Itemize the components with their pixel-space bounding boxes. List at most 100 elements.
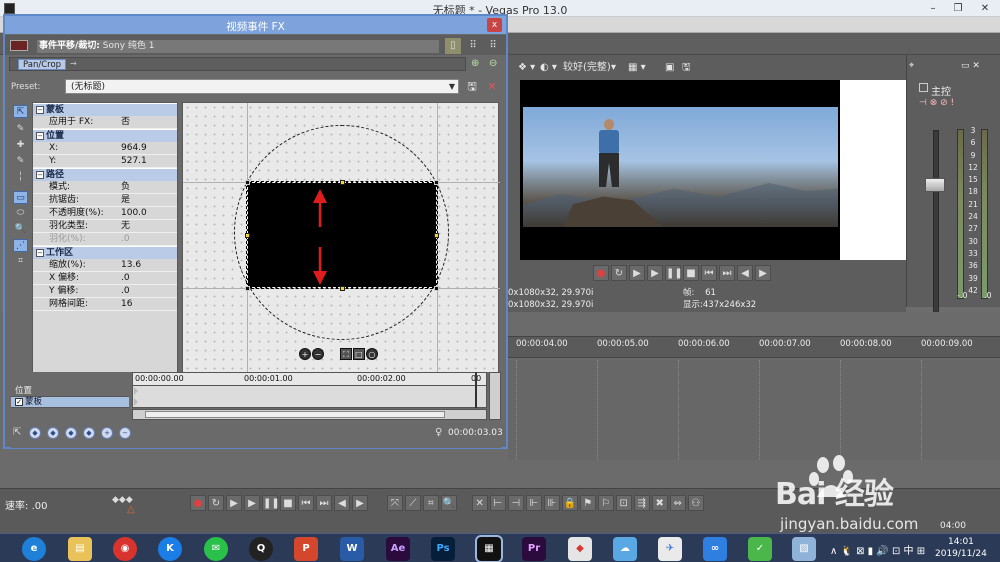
main-record-icon[interactable]: ● bbox=[190, 495, 206, 511]
loop-icon[interactable]: ↻ bbox=[611, 265, 627, 281]
track-position[interactable]: 位置 bbox=[11, 386, 129, 397]
bypass-toggle-icon[interactable]: ▯ bbox=[445, 38, 461, 54]
mask-handle[interactable] bbox=[434, 233, 439, 238]
app-taskbar-icon-3[interactable]: ✈ bbox=[658, 537, 682, 561]
play-from-start-icon[interactable]: ▶ bbox=[629, 265, 645, 281]
main-stop-icon[interactable]: ■ bbox=[280, 495, 296, 511]
timeline-ruler[interactable]: 00:00:04.00 00:00:05.00 00:00:06.00 00:0… bbox=[508, 336, 1000, 358]
prop-row-x-offset[interactable]: X 偏移: .0 bbox=[33, 272, 177, 285]
auto-ripple-icon[interactable]: ⇶ bbox=[633, 495, 650, 511]
track-mask[interactable]: ✓ 蒙板 bbox=[11, 397, 129, 408]
delete-preset-icon[interactable]: ✕ bbox=[485, 80, 499, 94]
enable-snapping-icon[interactable]: ⋰ bbox=[13, 239, 28, 252]
ellipse-mask-tool-icon[interactable]: ⬭ bbox=[13, 207, 28, 220]
mask-handle[interactable] bbox=[340, 180, 345, 185]
preset-select[interactable]: (无标题) ▼ bbox=[65, 79, 459, 94]
master-fx-icons[interactable]: ⊣ ⊗ ⊘ ! bbox=[919, 98, 954, 108]
prop-row-zoom[interactable]: 缩放(%): 13.6 bbox=[33, 259, 177, 272]
close-app-button[interactable]: ✕ bbox=[972, 0, 998, 17]
quality-dropdown-arrow[interactable]: ▾ bbox=[611, 61, 616, 75]
trim-start-icon[interactable]: ⊣ bbox=[507, 495, 524, 511]
stop-icon[interactable]: ■ bbox=[683, 265, 699, 281]
zoom-tool-icon[interactable]: 🔍 bbox=[13, 223, 28, 236]
prop-row-opacity[interactable]: 不透明度(%): 100.0 bbox=[33, 207, 177, 220]
keyframe-marker[interactable] bbox=[134, 387, 138, 395]
vegas-taskbar-icon[interactable]: ▦ bbox=[477, 537, 501, 561]
trim-end-icon[interactable]: ⊩ bbox=[525, 495, 542, 511]
main-end-icon[interactable]: ⏭ bbox=[316, 495, 332, 511]
add-plugin-icon[interactable]: ⊕ bbox=[471, 58, 487, 72]
mask-handle[interactable] bbox=[245, 180, 250, 185]
minimize-button[interactable]: – bbox=[920, 0, 946, 17]
preview-quality-select[interactable]: 较好(完整) bbox=[563, 61, 611, 75]
region-icon[interactable]: ⚐ bbox=[597, 495, 614, 511]
mask-handle[interactable] bbox=[434, 286, 439, 291]
section-position[interactable]: − 位置 bbox=[33, 129, 177, 142]
anchor-delete-tool-icon[interactable]: ✎ bbox=[13, 155, 28, 168]
main-play-icon[interactable]: ▶ bbox=[244, 495, 260, 511]
main-prev-icon[interactable]: ◀ bbox=[334, 495, 350, 511]
preset-dropdown-icon[interactable]: ▼ bbox=[449, 80, 455, 94]
mask-handle[interactable] bbox=[340, 286, 345, 291]
prop-row-antialias[interactable]: 抗锯齿: 是 bbox=[33, 194, 177, 207]
section-workspace[interactable]: − 工作区 bbox=[33, 246, 177, 259]
crossfade-icon[interactable]: ✖ bbox=[651, 495, 668, 511]
pan-crop-plugin-tab[interactable]: Pan/Crop bbox=[18, 59, 67, 70]
circle-frame-icon[interactable]: ○ bbox=[365, 348, 378, 360]
wechat-taskbar-icon[interactable]: ✉ bbox=[204, 537, 228, 561]
qq-taskbar-icon[interactable]: Q bbox=[249, 537, 273, 561]
keyframe-marker[interactable] bbox=[134, 398, 138, 406]
save-preset-icon[interactable]: 🖫 bbox=[465, 80, 479, 94]
track-mask-checkbox[interactable]: ✓ bbox=[15, 397, 23, 406]
mask-handle[interactable] bbox=[245, 286, 250, 291]
play-icon[interactable]: ▶ bbox=[647, 265, 663, 281]
zoom-in-icon[interactable]: + bbox=[299, 348, 311, 360]
app-taskbar-icon-2[interactable]: ☁ bbox=[613, 537, 637, 561]
lock-aspect-icon[interactable]: ⌗ bbox=[13, 255, 28, 268]
plugin-chain-icon[interactable]: ⠿ bbox=[465, 38, 481, 54]
prop-row-x[interactable]: X: 964.9 bbox=[33, 142, 177, 155]
marker-icon[interactable]: ⚑ bbox=[579, 495, 596, 511]
keyframe-hscroll-thumb[interactable] bbox=[145, 411, 445, 418]
trim-icon[interactable]: ⊢ bbox=[489, 495, 506, 511]
preview-props-icon[interactable]: ❖ ▾ bbox=[518, 61, 535, 75]
kugou-taskbar-icon[interactable]: K bbox=[158, 537, 182, 561]
split-tangent-tool-icon[interactable]: ╎ bbox=[13, 171, 28, 184]
prev-frame-icon[interactable]: ◀ bbox=[737, 265, 753, 281]
keyframe-lanes[interactable] bbox=[132, 372, 487, 408]
mask-canvas[interactable]: + − ⛶ □ ○ bbox=[182, 102, 500, 386]
sync-cursor-icon[interactable]: ⇱ bbox=[13, 427, 21, 438]
prop-row-mode[interactable]: 模式: 负 bbox=[33, 181, 177, 194]
anchor-add-tool-icon[interactable]: ✚ bbox=[13, 139, 28, 152]
envelope-tool-icon[interactable]: ⟋ bbox=[404, 495, 421, 511]
prop-row-feather-type[interactable]: 羽化类型: 无 bbox=[33, 220, 177, 233]
main-play-start-icon[interactable]: ▶ bbox=[226, 495, 242, 511]
overlay-icon[interactable]: ▦ ▾ bbox=[628, 61, 646, 75]
pause-icon[interactable]: ❚❚ bbox=[665, 265, 683, 281]
copy-snapshot-icon[interactable]: ▣ bbox=[665, 61, 674, 75]
zoom-out-icon[interactable]: − bbox=[312, 348, 324, 360]
chain-options-icon[interactable]: ⠿ bbox=[485, 38, 501, 54]
mask-rectangle[interactable] bbox=[246, 181, 438, 289]
photoshop-taskbar-icon[interactable]: Ps bbox=[431, 537, 455, 561]
next-keyframe-icon[interactable]: ◆ bbox=[65, 427, 77, 439]
rectangle-mask-tool-icon[interactable]: ▭ bbox=[13, 191, 28, 204]
record-icon[interactable]: ● bbox=[593, 265, 609, 281]
lock-icon[interactable]: 🔒 bbox=[561, 495, 578, 511]
file-explorer-taskbar-icon[interactable]: ▤ bbox=[68, 537, 92, 561]
prev-keyframe-icon[interactable]: ◆ bbox=[47, 427, 59, 439]
lock-envelopes-icon[interactable]: ⇔ bbox=[669, 495, 686, 511]
create-keyframe-icon[interactable]: + bbox=[101, 427, 113, 439]
go-end-icon[interactable]: ⏭ bbox=[719, 265, 735, 281]
split-icon[interactable]: ⊪ bbox=[543, 495, 560, 511]
main-next-icon[interactable]: ▶ bbox=[352, 495, 368, 511]
last-keyframe-icon[interactable]: ◆ bbox=[83, 427, 95, 439]
frame-mask-icon[interactable]: □ bbox=[352, 348, 365, 360]
app-taskbar-icon-4[interactable]: ∞ bbox=[703, 537, 727, 561]
section-mask[interactable]: − 蒙板 bbox=[33, 103, 177, 116]
ignore-grouping-icon[interactable]: ⚇ bbox=[687, 495, 704, 511]
snap-icon[interactable]: ⊡ bbox=[615, 495, 632, 511]
normal-edit-tool-icon[interactable]: ⇱ bbox=[13, 105, 28, 118]
delete-icon[interactable]: ✕ bbox=[471, 495, 488, 511]
keyframe-ruler[interactable]: 00:00:00.00 00:00:01.00 00:00:02.00 00 bbox=[132, 372, 487, 386]
